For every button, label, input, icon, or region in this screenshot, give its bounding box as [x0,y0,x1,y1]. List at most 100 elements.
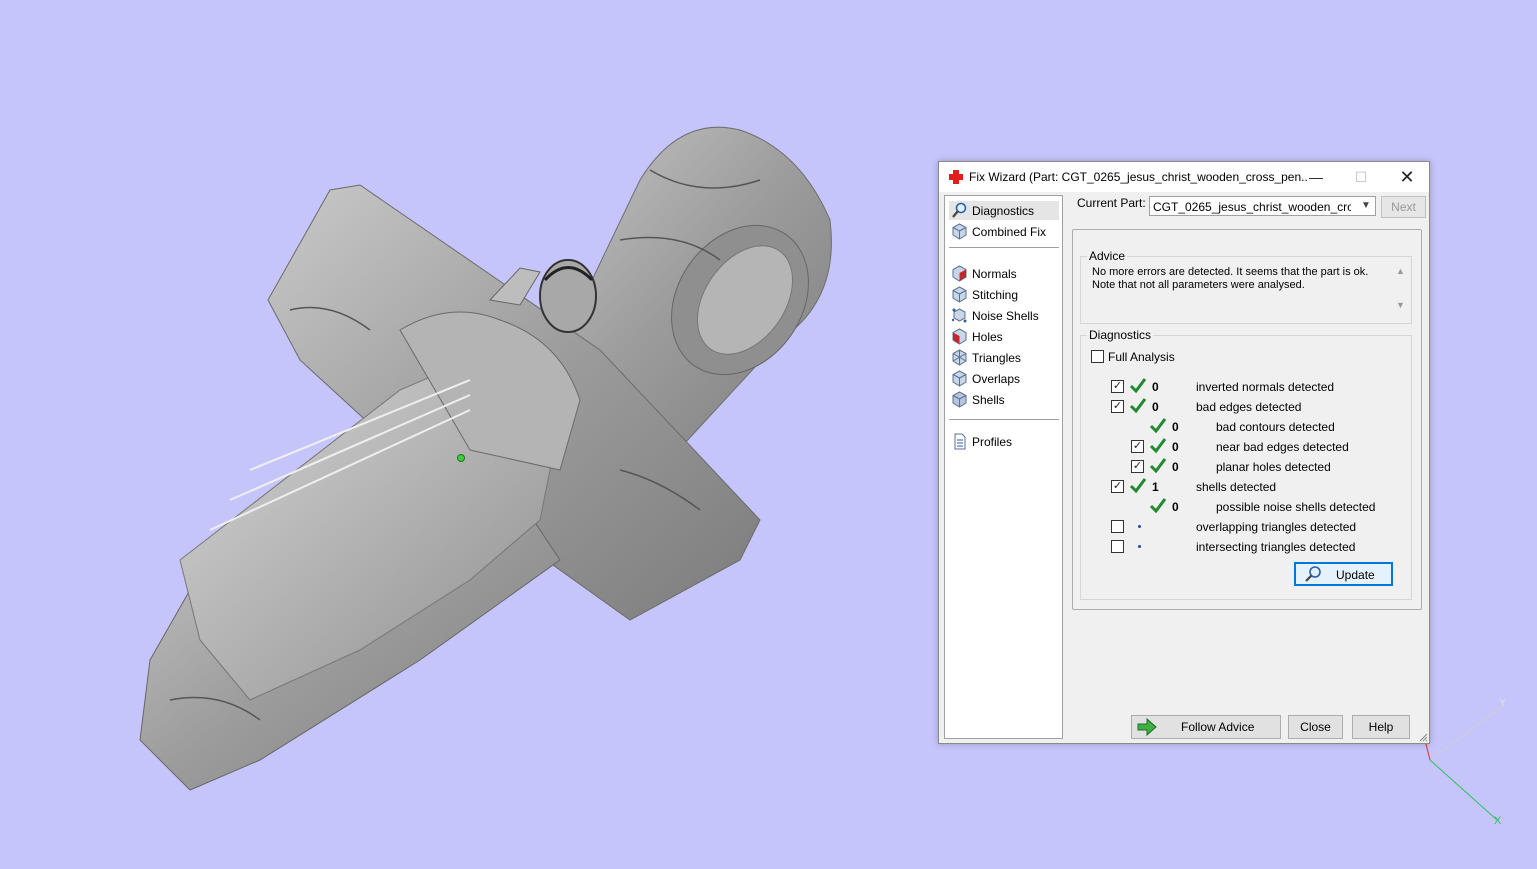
sidebar-item-triangles[interactable]: Triangles [949,348,1059,367]
noise-shells-count: 0 [1172,500,1179,514]
diagnostics-group: Diagnostics Full Analysis ✓ 0 inverted n… [1080,328,1412,600]
scroll-up-icon: ▲ [1396,266,1405,276]
minimize-button[interactable]: — [1293,162,1339,192]
normals-cube-icon [952,265,967,282]
full-analysis-label: Full Analysis [1108,350,1175,364]
sidebar-item-label: Profiles [972,435,1013,449]
bad-contours-label: bad contours detected [1216,420,1335,434]
next-button[interactable]: Next [1381,196,1426,218]
maximize-button[interactable]: ☐ [1338,162,1384,192]
title-bar[interactable]: Fix Wizard (Part: CGT_0265_jesus_christ_… [939,162,1429,192]
axis-x-label: X [1494,815,1502,827]
red-cross-icon [949,170,963,184]
advice-group: Advice No more errors are detected. It s… [1080,249,1412,324]
green-check-icon [1129,478,1147,494]
axis-y-label: Y [1499,697,1507,709]
green-check-icon [1149,438,1167,454]
current-part-select[interactable]: CGT_0265_jesus_christ_wooden_cross_pe ▼ [1149,196,1376,216]
advice-scrollbar[interactable]: ▲ ▼ [1394,264,1408,314]
bad-edges-checkbox[interactable]: ✓ [1111,400,1124,413]
inverted-normals-count: 0 [1152,380,1159,394]
sidebar-item-label: Noise Shells [972,309,1039,323]
sidebar-item-label: Stitching [972,288,1019,302]
diagnostics-panel: Advice No more errors are detected. It s… [1072,229,1422,610]
window-title: Fix Wizard (Part: CGT_0265_jesus_christ_… [969,170,1309,184]
advice-text-box[interactable]: No more errors are detected. It seems th… [1090,264,1406,314]
green-check-icon [1149,498,1167,514]
stitching-cube-icon [952,286,967,303]
close-button[interactable]: Close [1288,715,1343,739]
pending-dot-icon [1138,525,1141,528]
magnifier-icon [1305,566,1321,582]
noise-shells-icon [951,308,967,323]
overlapping-triangles-checkbox[interactable] [1111,520,1124,533]
sidebar-item-label: Holes [972,330,1003,344]
sidebar-divider [949,419,1059,420]
update-button[interactable]: Update [1294,562,1393,586]
sidebar-item-combined-fix[interactable]: Combined Fix [949,222,1059,241]
diagnostics-title: Diagnostics [1087,328,1154,342]
near-bad-edges-label: near bad edges detected [1216,440,1349,454]
sidebar-item-label: Normals [972,267,1017,281]
planar-holes-checkbox[interactable]: ✓ [1131,460,1144,473]
advice-title: Advice [1087,249,1128,263]
sidebar-item-label: Overlaps [972,372,1021,386]
resize-grip-icon[interactable] [1418,732,1428,742]
noise-shells-label: possible noise shells detected [1216,500,1376,514]
help-button[interactable]: Help [1352,715,1410,739]
sidebar-item-normals[interactable]: Normals [949,264,1059,283]
current-part-label: Current Part: [1077,196,1146,210]
shells-checkbox[interactable]: ✓ [1111,480,1124,493]
holes-cube-icon [952,328,967,345]
magnifier-icon [952,202,967,218]
green-check-icon [1149,458,1167,474]
shells-cube-icon [952,391,967,408]
advice-line: No more errors are detected. It seems th… [1092,266,1369,278]
sidebar-item-holes[interactable]: Holes [949,327,1059,346]
axis-gizmo [1424,704,1505,821]
green-check-icon [1129,378,1147,394]
intersecting-triangles-label: intersecting triangles detected [1196,540,1356,554]
sidebar-divider [949,247,1059,248]
inverted-normals-label: inverted normals detected [1196,380,1335,394]
wizard-sidebar: Diagnostics Combined Fix Normals Stitchi… [944,195,1063,739]
sidebar-item-stitching[interactable]: Stitching [949,285,1059,304]
near-bad-edges-checkbox[interactable]: ✓ [1131,440,1144,453]
follow-advice-button[interactable]: Follow Advice [1131,715,1281,739]
sidebar-item-label: Shells [972,393,1005,407]
overlaps-cube-icon [952,370,967,387]
overlapping-triangles-label: overlapping triangles detected [1196,520,1357,534]
inverted-normals-checkbox[interactable]: ✓ [1111,380,1124,393]
bad-edges-count: 0 [1152,400,1159,414]
triangles-cube-icon [952,349,967,366]
sidebar-item-label: Triangles [972,351,1021,365]
bad-contours-count: 0 [1172,420,1179,434]
sidebar-item-label: Diagnostics [972,204,1035,218]
current-part-value: CGT_0265_jesus_christ_wooden_cross_pe [1153,200,1351,214]
close-window-button[interactable]: ✕ [1384,162,1430,192]
cube-icon [952,223,967,240]
shells-count: 1 [1152,480,1159,494]
shells-label: shells detected [1196,480,1277,494]
sidebar-item-overlaps[interactable]: Overlaps [949,369,1059,388]
follow-advice-label: Follow Advice [1181,720,1255,734]
chevron-down-icon: ▼ [1361,200,1371,211]
fix-wizard-window: Fix Wizard (Part: CGT_0265_jesus_christ_… [938,161,1430,744]
pending-dot-icon [1138,545,1141,548]
sidebar-item-noise-shells[interactable]: Noise Shells [949,306,1059,325]
sidebar-item-profiles[interactable]: Profiles [949,432,1059,451]
sidebar-item-shells[interactable]: Shells [949,390,1059,409]
green-check-icon [1149,418,1167,434]
document-icon [954,433,966,450]
sidebar-item-diagnostics[interactable]: Diagnostics [949,201,1059,220]
full-analysis-checkbox[interactable] [1091,350,1104,363]
sidebar-item-label: Combined Fix [972,225,1047,239]
bad-edges-label: bad edges detected [1196,400,1302,414]
scroll-down-icon: ▼ [1396,300,1405,310]
intersecting-triangles-checkbox[interactable] [1111,540,1124,553]
planar-holes-label: planar holes detected [1216,460,1331,474]
green-check-icon [1129,398,1147,414]
advice-line: Note that not all parameters were analys… [1092,279,1305,291]
green-arrow-icon [1137,718,1157,736]
update-label: Update [1336,568,1375,582]
